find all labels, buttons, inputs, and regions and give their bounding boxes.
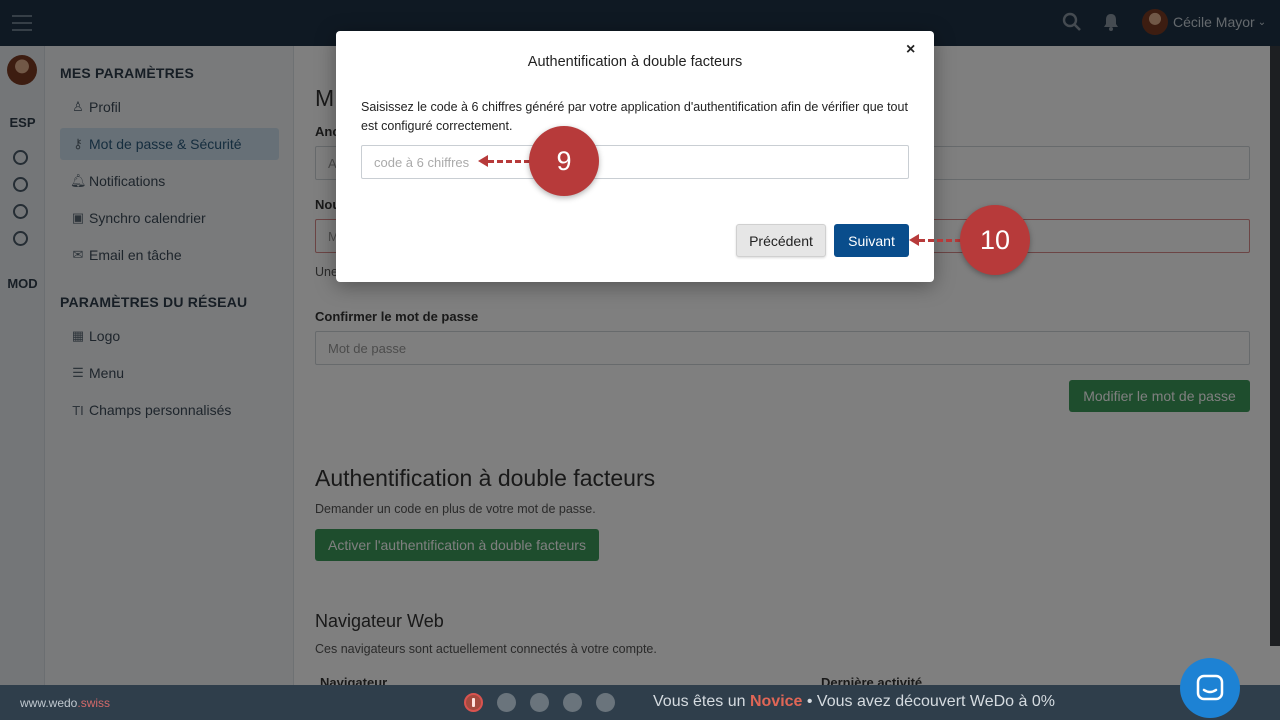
previous-button[interactable]: Précédent <box>736 224 826 257</box>
callout-step-9: 9 <box>529 126 599 196</box>
progress-step[interactable] <box>596 693 615 712</box>
progress-status-text: Vous êtes un Novice • Vous avez découver… <box>653 693 1055 710</box>
footer-bar: www.wedo.swiss Vous êtes un Novice • Vou… <box>0 685 1280 720</box>
progress-step-active[interactable] <box>464 693 483 712</box>
progress-steps <box>464 693 629 712</box>
chat-launcher-button[interactable] <box>1180 658 1240 718</box>
callout-dashed-line <box>919 239 961 242</box>
modal-title: Authentification à double facteurs <box>527 54 743 70</box>
twofa-modal: Authentification à double facteurs × Sai… <box>336 31 934 282</box>
modal-description: Saisissez le code à 6 chiffres généré pa… <box>361 100 908 133</box>
close-icon[interactable]: × <box>906 41 915 59</box>
next-button[interactable]: Suivant <box>834 224 909 257</box>
callout-arrowhead <box>909 234 919 246</box>
progress-step[interactable] <box>497 693 516 712</box>
callout-arrowhead <box>478 155 488 167</box>
verification-code-input[interactable] <box>361 145 909 179</box>
chat-icon <box>1196 674 1224 701</box>
callout-dashed-line <box>488 160 530 163</box>
brand-logo: www.wedo.swiss <box>20 696 111 710</box>
progress-step[interactable] <box>563 693 582 712</box>
callout-step-10: 10 <box>960 205 1030 275</box>
progress-step[interactable] <box>530 693 549 712</box>
